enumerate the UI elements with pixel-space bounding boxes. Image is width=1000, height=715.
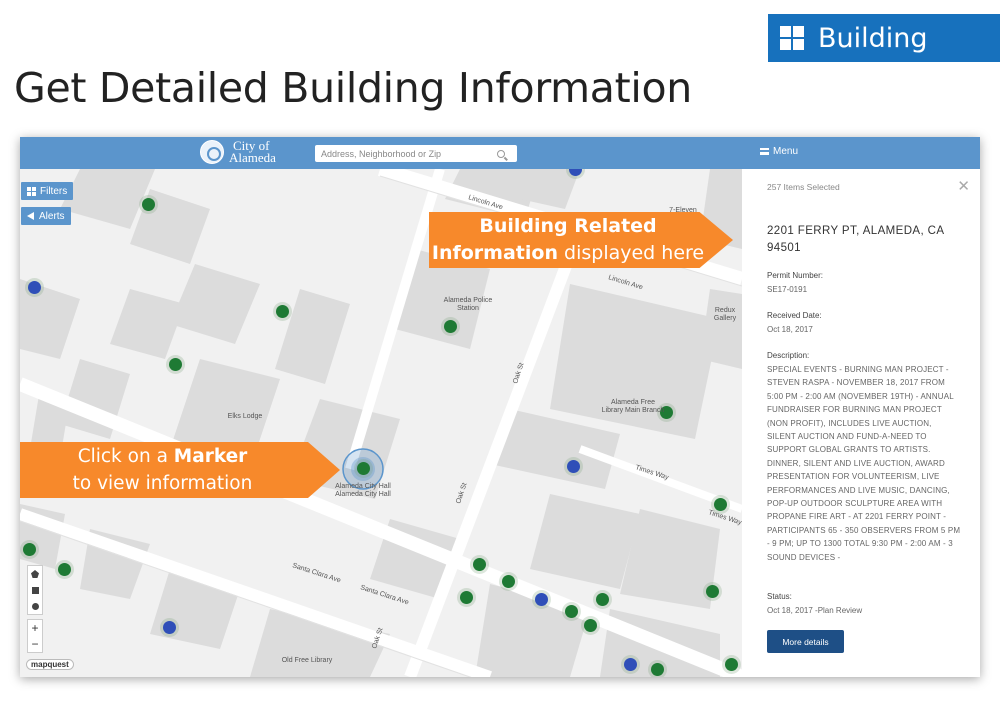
map-marker[interactable] bbox=[460, 591, 473, 604]
circle-icon bbox=[31, 602, 39, 610]
map-marker[interactable] bbox=[276, 305, 289, 318]
draw-polygon-tool[interactable] bbox=[28, 566, 42, 582]
city-seal-icon bbox=[200, 140, 224, 164]
close-icon[interactable]: ✕ bbox=[957, 179, 970, 194]
top-bar: City of Alameda Menu bbox=[20, 137, 980, 169]
address-line-1: 2201 FERRY PT, ALAMEDA, CA bbox=[767, 225, 945, 237]
callout-click-pre: Click on a bbox=[77, 446, 174, 467]
permit-value: SE17-0191 bbox=[767, 285, 808, 294]
filters-label: Filters bbox=[40, 185, 68, 197]
callout-info-bold: Building Related bbox=[479, 215, 657, 237]
map-marker[interactable] bbox=[535, 593, 548, 606]
map-marker[interactable] bbox=[357, 462, 370, 475]
mapquest-logo: mapquest bbox=[26, 659, 74, 670]
click-marker-callout: Click on a Marker to view information bbox=[20, 442, 340, 498]
place-city-hall-1: Alameda City Hall bbox=[335, 483, 391, 490]
street-santa-clara-1: Santa Clara Ave bbox=[291, 562, 341, 584]
street-lincoln-2: Lincoln Ave bbox=[607, 274, 643, 291]
map-marker[interactable] bbox=[725, 658, 738, 671]
zoom-controls: + − bbox=[27, 619, 43, 653]
map-marker[interactable] bbox=[473, 558, 486, 571]
place-city-hall-2: Alameda City Hall bbox=[335, 491, 391, 498]
draw-circle-tool[interactable] bbox=[28, 598, 42, 614]
search-input[interactable] bbox=[321, 148, 497, 159]
map-marker[interactable] bbox=[714, 498, 727, 511]
alerts-label: Alerts bbox=[39, 210, 65, 222]
menu-button[interactable]: Menu bbox=[760, 146, 798, 157]
callout-click-rest: to view information bbox=[72, 473, 253, 494]
map-marker[interactable] bbox=[584, 619, 597, 632]
city-logo[interactable]: City of Alameda bbox=[200, 139, 276, 165]
filters-icon bbox=[27, 186, 36, 196]
draw-tools bbox=[27, 565, 43, 615]
place-elks-lodge: Elks Lodge bbox=[227, 413, 263, 420]
map-marker[interactable] bbox=[28, 281, 41, 294]
map-marker[interactable] bbox=[169, 358, 182, 371]
map-marker[interactable] bbox=[502, 575, 515, 588]
map-marker[interactable] bbox=[23, 543, 36, 556]
place-free-library: Alameda Free Library Main Branch bbox=[601, 399, 665, 414]
map-marker[interactable] bbox=[565, 605, 578, 618]
items-selected-count: 257 Items Selected bbox=[767, 182, 840, 192]
address-line-2: 94501 bbox=[767, 242, 801, 254]
grid-icon bbox=[780, 26, 804, 50]
building-badge: Building bbox=[768, 14, 1000, 62]
callout-info-rest: displayed here bbox=[557, 242, 705, 264]
callout-info-bold-2: Information bbox=[431, 242, 558, 264]
more-details-button[interactable]: More details bbox=[767, 630, 844, 653]
property-address: 2201 FERRY PT, ALAMEDA, CA 94501 bbox=[767, 223, 957, 257]
map-marker[interactable] bbox=[706, 585, 719, 598]
map-marker[interactable] bbox=[444, 320, 457, 333]
status-label: Status: bbox=[767, 592, 792, 601]
filters-button[interactable]: Filters bbox=[21, 182, 74, 200]
zoom-in-button[interactable]: + bbox=[28, 620, 42, 636]
map-marker[interactable] bbox=[651, 663, 664, 676]
polygon-icon bbox=[31, 570, 39, 578]
status-value: Oct 18, 2017 -Plan Review bbox=[767, 606, 863, 615]
place-old-free-library: Old Free Library bbox=[281, 657, 333, 664]
map-marker[interactable] bbox=[58, 563, 71, 576]
callout-click-bold: Marker bbox=[173, 446, 248, 467]
description-value: SPECIAL EVENTS - BURNING MAN PROJECT - S… bbox=[767, 365, 961, 562]
search-icon[interactable] bbox=[497, 149, 505, 158]
received-label: Received Date: bbox=[767, 311, 822, 320]
svg-text:Times Way: Times Way bbox=[707, 509, 742, 526]
alerts-button[interactable]: Alerts bbox=[21, 207, 71, 225]
description-label: Description: bbox=[767, 351, 810, 360]
map-marker[interactable] bbox=[567, 460, 580, 473]
detail-panel: 257 Items Selected ✕ 2201 FERRY PT, ALAM… bbox=[742, 169, 980, 677]
menu-label: Menu bbox=[773, 146, 799, 157]
hamburger-icon bbox=[760, 148, 769, 155]
place-police-station: Alameda Police Station bbox=[443, 297, 493, 312]
map-marker[interactable] bbox=[596, 593, 609, 606]
draw-rectangle-tool[interactable] bbox=[28, 582, 42, 598]
permit-label: Permit Number: bbox=[767, 271, 824, 280]
search-box[interactable] bbox=[315, 145, 517, 162]
logo-line-2: Alameda bbox=[229, 150, 276, 165]
zoom-out-button[interactable]: − bbox=[28, 636, 42, 652]
badge-label: Building bbox=[818, 22, 928, 54]
street-oak-2: Oak St bbox=[455, 482, 468, 505]
building-info-callout: Building Related Information displayed h… bbox=[429, 212, 733, 268]
map-marker[interactable] bbox=[142, 198, 155, 211]
map-marker[interactable] bbox=[624, 658, 637, 671]
rectangle-icon bbox=[31, 586, 39, 594]
place-redux-gallery: Redux Gallery bbox=[713, 307, 737, 322]
megaphone-icon bbox=[27, 212, 34, 220]
slide-title: Get Detailed Building Information bbox=[14, 64, 692, 112]
map-marker[interactable] bbox=[163, 621, 176, 634]
received-value: Oct 18, 2017 bbox=[767, 325, 813, 334]
